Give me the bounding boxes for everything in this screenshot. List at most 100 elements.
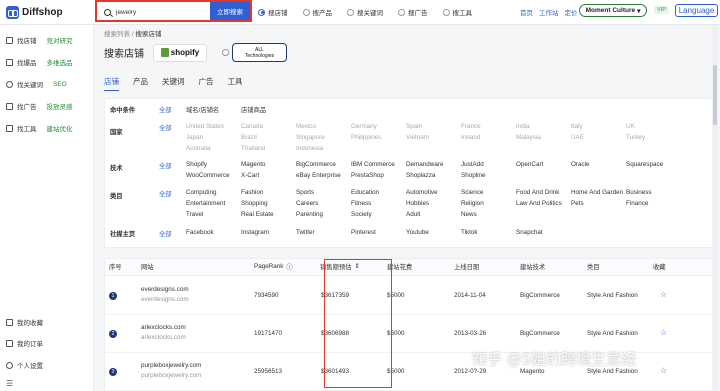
filter-option[interactable]: Home And Garden bbox=[571, 189, 623, 196]
radio-search-ad[interactable]: 搜广告 bbox=[398, 7, 428, 17]
sidebar-item-find-ad[interactable]: 找广告 投放灵感 bbox=[6, 101, 73, 111]
filter-option[interactable]: Finance bbox=[626, 200, 648, 207]
filter-all-tech[interactable]: 全部 bbox=[159, 161, 172, 170]
filter-option[interactable]: Indonesia bbox=[296, 145, 323, 152]
radio-dot[interactable] bbox=[222, 49, 229, 56]
filter-option[interactable]: eBay Enterprise bbox=[296, 172, 341, 179]
sidebar-item-find-tool[interactable]: 找工具 建站优化 bbox=[6, 123, 73, 133]
site-domain[interactable]: arlexclocks.com bbox=[141, 324, 186, 331]
filter-option[interactable]: Automotive bbox=[406, 189, 438, 196]
filter-option[interactable]: Careers bbox=[296, 200, 318, 207]
radio-dot[interactable] bbox=[442, 8, 450, 16]
sidebar-item-orders[interactable]: 我的订单 bbox=[6, 338, 43, 348]
filter-option[interactable]: Hobbies bbox=[406, 200, 429, 207]
column-header[interactable]: 销售额预估 ⇕ bbox=[320, 262, 360, 271]
filter-option[interactable]: Demandware bbox=[406, 161, 443, 168]
radio-dot[interactable] bbox=[398, 8, 405, 16]
language-button[interactable]: Language bbox=[675, 4, 718, 17]
filter-option[interactable]: Philippines bbox=[351, 134, 381, 141]
filter-option[interactable]: Vietnam bbox=[406, 134, 429, 141]
filter-option[interactable]: Snapchat bbox=[516, 229, 543, 236]
filter-option[interactable]: Pets bbox=[571, 200, 584, 207]
radio-dot[interactable] bbox=[302, 8, 310, 16]
filter-option[interactable]: Fashion bbox=[241, 189, 263, 196]
sort-icon[interactable]: ⇕ bbox=[354, 263, 359, 270]
filter-option[interactable]: Law And Politics bbox=[516, 200, 562, 207]
site-domain[interactable]: purpleboxjewelry.com bbox=[141, 362, 201, 369]
shopify-filter-chip[interactable]: shopify bbox=[153, 43, 207, 62]
filter-option[interactable]: OpenCart bbox=[516, 161, 543, 168]
filter-option[interactable]: Pinterest bbox=[351, 229, 376, 236]
filter-option[interactable]: Canada bbox=[241, 123, 263, 130]
filter-all-country[interactable]: 全部 bbox=[159, 123, 172, 132]
tab-tool[interactable]: 工具 bbox=[228, 76, 243, 91]
tab-ad[interactable]: 广告 bbox=[199, 76, 214, 91]
search-box[interactable] bbox=[99, 4, 212, 20]
nav-pricing[interactable]: 定价 bbox=[565, 7, 578, 17]
filter-option[interactable]: Thailand bbox=[241, 145, 265, 152]
filter-option[interactable]: Society bbox=[351, 211, 372, 218]
favorite-star-icon[interactable]: ☆ bbox=[660, 366, 667, 375]
filter-option[interactable]: Squarespace bbox=[626, 161, 663, 168]
filter-option[interactable]: Singapore bbox=[296, 134, 325, 141]
filter-option[interactable]: Youtube bbox=[406, 229, 429, 236]
filter-option[interactable]: France bbox=[461, 123, 481, 130]
sidebar-item-favorites[interactable]: 我的收藏 bbox=[6, 317, 43, 327]
scroll-thumb[interactable] bbox=[713, 65, 717, 125]
filter-option[interactable]: Sports bbox=[296, 189, 314, 196]
filter-option[interactable]: Real Estate bbox=[241, 211, 274, 218]
filter-option[interactable]: Brazil bbox=[241, 134, 257, 141]
filter-option[interactable]: Magento bbox=[241, 161, 266, 168]
tab-keyword[interactable]: 关键词 bbox=[162, 76, 185, 91]
filter-option[interactable]: Shopify bbox=[186, 161, 207, 168]
filter-option[interactable]: India bbox=[516, 123, 530, 130]
all-tech-option[interactable]: ALL Technologies bbox=[222, 43, 287, 62]
radio-search-keyword[interactable]: 搜关键词 bbox=[347, 7, 383, 17]
sidebar-item-find-keyword[interactable]: 找关键词 SEO bbox=[6, 79, 67, 89]
filter-option[interactable]: Shoplazza bbox=[406, 172, 435, 179]
filter-option[interactable]: Japan bbox=[186, 134, 203, 141]
search-button[interactable]: 立即搜索 bbox=[210, 2, 250, 20]
site-domain[interactable]: everdesigns.com bbox=[141, 286, 189, 293]
filter-option[interactable]: BigCommerce bbox=[296, 161, 336, 168]
radio-search-product[interactable]: 搜产品 bbox=[302, 7, 332, 17]
nav-workbench[interactable]: 工作站 bbox=[539, 7, 559, 17]
filter-option[interactable]: X-Cart bbox=[241, 172, 259, 179]
breadcrumb-root[interactable]: 搜索列表 bbox=[104, 31, 130, 38]
filter-option[interactable]: Facebook bbox=[186, 229, 214, 236]
filter-option[interactable]: Shopline bbox=[461, 172, 486, 179]
sidebar-item-settings[interactable]: 个人设置 bbox=[6, 360, 43, 370]
filter-all-hit[interactable]: 全部 bbox=[159, 105, 172, 114]
filter-option[interactable]: UK bbox=[626, 123, 635, 130]
filter-all-social[interactable]: 全部 bbox=[159, 229, 172, 238]
filter-option[interactable]: PrestaShop bbox=[351, 172, 384, 179]
filter-option[interactable]: Shopping bbox=[241, 200, 268, 207]
filter-option[interactable]: Fitness bbox=[351, 200, 371, 207]
filter-option[interactable]: Adult bbox=[406, 211, 420, 218]
tab-store[interactable]: 店铺 bbox=[104, 76, 119, 91]
filter-option[interactable]: Mexico bbox=[296, 123, 316, 130]
filter-option[interactable]: News bbox=[461, 211, 477, 218]
filter-option[interactable]: Religion bbox=[461, 200, 484, 207]
filter-option[interactable]: JustAdd bbox=[461, 161, 484, 168]
search-input[interactable] bbox=[116, 8, 206, 16]
filter-option[interactable]: Malaysia bbox=[516, 134, 541, 141]
filter-option[interactable]: Italy bbox=[571, 123, 583, 130]
filter-option[interactable]: UAE bbox=[571, 134, 584, 141]
filter-option[interactable]: Spain bbox=[406, 123, 422, 130]
radio-dot[interactable] bbox=[347, 8, 354, 16]
filter-option[interactable]: WooCommerce bbox=[186, 172, 230, 179]
filter-option[interactable]: Education bbox=[351, 189, 379, 196]
filter-option[interactable]: Germany bbox=[351, 123, 377, 130]
favorite-star-icon[interactable]: ☆ bbox=[660, 328, 667, 337]
radio-dot[interactable] bbox=[258, 8, 265, 16]
filter-option[interactable]: Tiktok bbox=[461, 229, 478, 236]
menu-collapse-icon[interactable]: ☰ bbox=[6, 379, 13, 388]
filter-option[interactable]: IBM Commerce bbox=[351, 161, 395, 168]
sidebar-item-find-product[interactable]: 找爆品 多维选品 bbox=[6, 57, 73, 67]
filter-option[interactable]: 店铺商品 bbox=[241, 105, 266, 114]
filter-option[interactable]: Australia bbox=[186, 145, 211, 152]
filter-option[interactable]: Food And Drink bbox=[516, 189, 559, 196]
sidebar-item-find-store[interactable]: 找店铺 竞对研究 bbox=[6, 35, 73, 45]
radio-search-tool[interactable]: 搜工具 bbox=[442, 7, 472, 17]
